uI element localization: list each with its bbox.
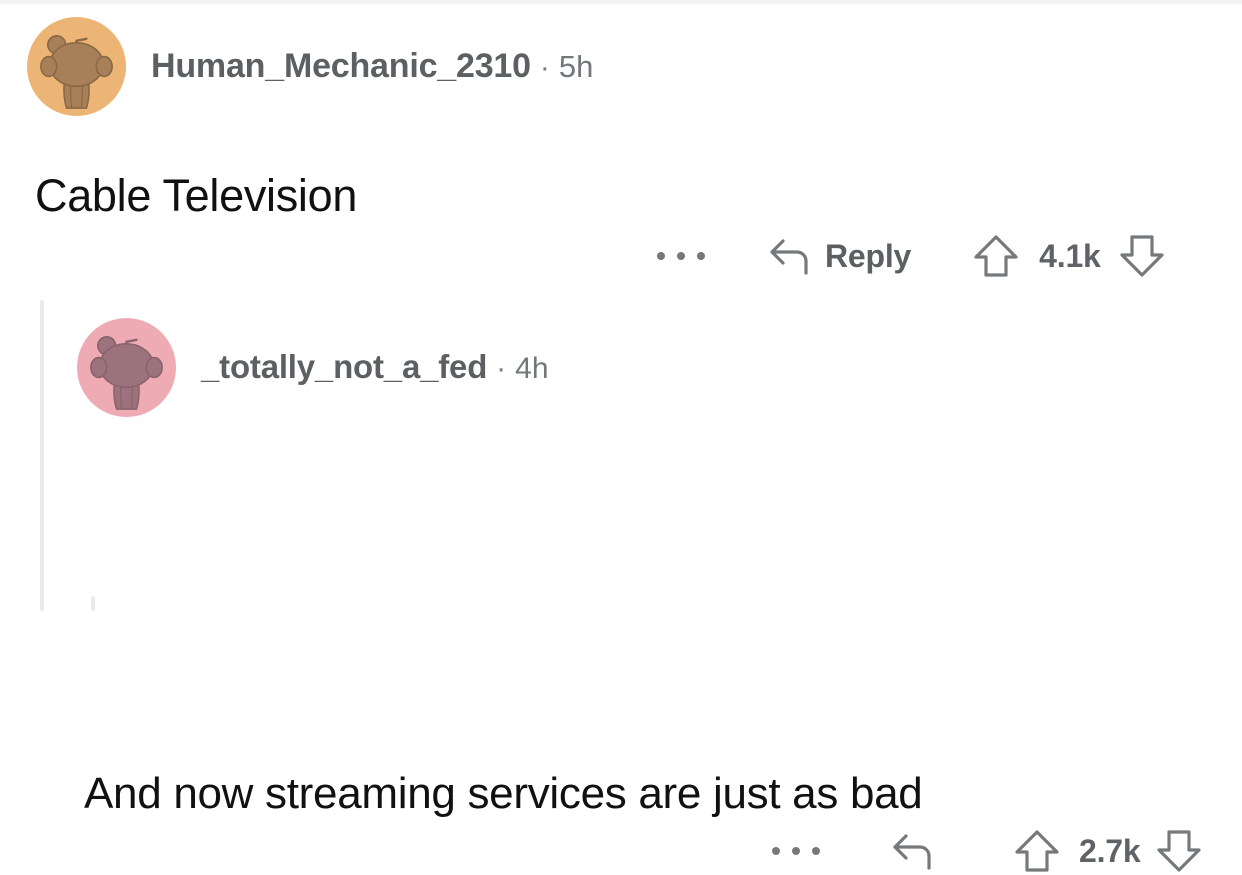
comment-action-row: Reply 4.1k <box>655 232 1165 280</box>
avatar[interactable] <box>27 16 126 116</box>
comment-header: Human_Mechanic_2310 · 5h <box>0 16 1242 116</box>
top-strip <box>0 0 1242 4</box>
vote-group: 2.7k <box>1014 827 1202 875</box>
downvote-arrow-icon[interactable] <box>1119 232 1165 280</box>
avatar[interactable] <box>77 317 176 417</box>
comment-reply: _totally_not_a_fed · 4h And now streamin… <box>0 317 1242 872</box>
meta-separator: · <box>539 50 550 84</box>
thread-line-nested[interactable] <box>91 596 95 611</box>
comment-author[interactable]: _totally_not_a_fed <box>201 348 487 386</box>
comment-body: Cable Television <box>35 170 358 221</box>
meta-separator: · <box>496 352 507 385</box>
reply-label: Reply <box>825 237 912 274</box>
comment-header: _totally_not_a_fed · 4h <box>0 317 1242 417</box>
reply-arrow-icon <box>767 235 811 277</box>
reply-button[interactable]: Reply <box>767 233 911 279</box>
downvote-arrow-icon[interactable] <box>1156 827 1202 875</box>
vote-score: 2.7k <box>1079 832 1141 869</box>
vote-score: 4.1k <box>1039 237 1101 274</box>
reply-arrow-icon <box>890 830 934 872</box>
comment-meta: Human_Mechanic_2310 · 5h <box>151 47 593 86</box>
ellipsis-icon[interactable] <box>770 828 822 874</box>
comment-timestamp: 5h <box>558 48 594 84</box>
reply-button[interactable] <box>890 828 948 874</box>
comment-action-row: 2.7k <box>770 827 1202 875</box>
comment-timestamp: 4h <box>515 352 549 385</box>
comment-meta: _totally_not_a_fed · 4h <box>201 348 549 386</box>
ellipsis-icon[interactable] <box>655 233 707 279</box>
comment-root: Human_Mechanic_2310 · 5h Cable Televisio… <box>0 16 1242 277</box>
upvote-arrow-icon[interactable] <box>1014 827 1060 875</box>
vote-group: 4.1k <box>973 232 1164 280</box>
comment-author[interactable]: Human_Mechanic_2310 <box>151 47 531 86</box>
comment-body: And now streaming services are just as b… <box>84 769 923 818</box>
comment-thread-screen: Human_Mechanic_2310 · 5h Cable Televisio… <box>0 0 1242 872</box>
upvote-arrow-icon[interactable] <box>973 232 1019 280</box>
